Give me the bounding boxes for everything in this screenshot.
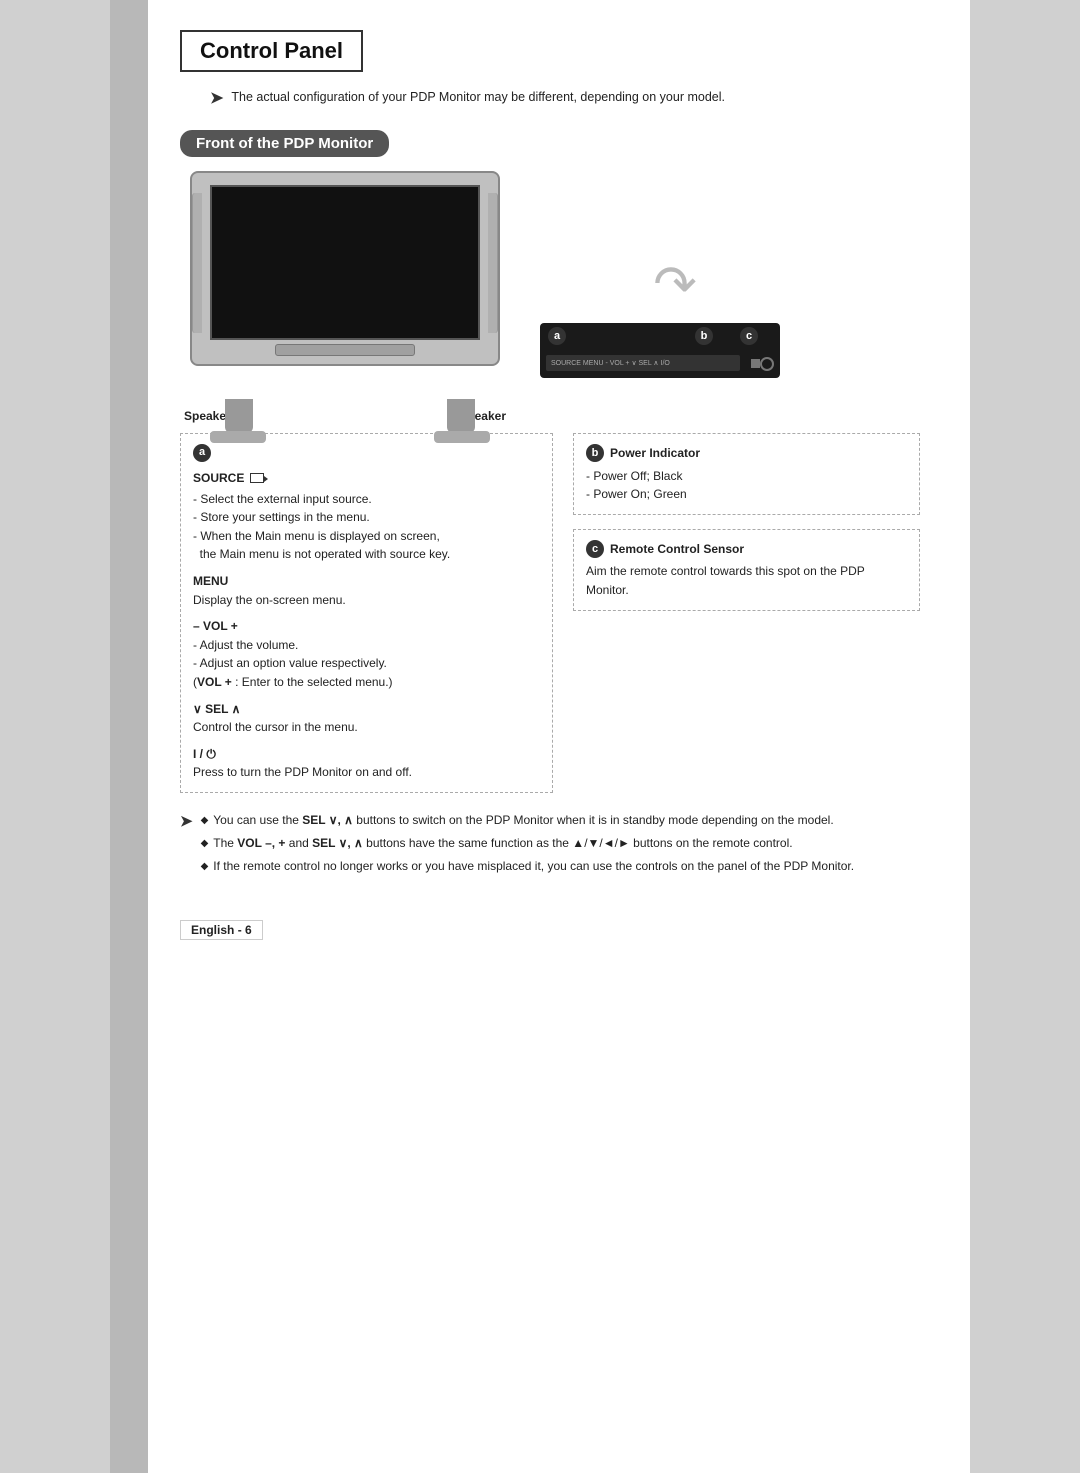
power-text: Press to turn the PDP Monitor on and off… <box>193 763 540 782</box>
remote-sensor-text: Aim the remote control towards this spot… <box>586 562 907 599</box>
power-indicator-box: b Power Indicator - Power Off; Black - P… <box>573 433 920 515</box>
sel-title: ∨ SEL ∧ <box>193 702 240 716</box>
section-header: Front of the PDP Monitor <box>180 130 389 157</box>
remote-sensor-title: Remote Control Sensor <box>610 540 744 559</box>
notes-arrow-icon: ➤ <box>180 812 193 830</box>
footer: English - 6 <box>180 920 920 940</box>
note-text-1: You can use the SEL ∨, ∧ buttons to swit… <box>213 811 833 830</box>
menu-section: MENU Display the on-screen menu. <box>193 572 540 609</box>
vol-bullet-2: - Adjust an option value respectively. <box>193 654 540 673</box>
power-circle-icon <box>760 357 774 371</box>
sel-section: ∨ SEL ∧ Control the cursor in the menu. <box>193 700 540 737</box>
power-indicator-label-row: b Power Indicator <box>586 444 907 463</box>
zoom-arrow-icon: ↷ <box>653 255 697 315</box>
source-bullets: - Select the external input source. - St… <box>193 490 540 564</box>
note-text-2: The VOL –, + and SEL ∨, ∧ buttons have t… <box>213 834 792 853</box>
speaker-left-label: Speaker <box>184 409 231 423</box>
note-item-1: ◆ You can use the SEL ∨, ∧ buttons to sw… <box>201 811 855 830</box>
note-text-3: If the remote control no longer works or… <box>213 857 854 876</box>
badge-a-label: a <box>193 444 211 462</box>
power-indicator-title: Power Indicator <box>610 444 700 463</box>
sel-text: Control the cursor in the menu. <box>193 718 540 737</box>
remote-sensor-label-row: c Remote Control Sensor <box>586 540 907 559</box>
source-icon <box>250 473 264 483</box>
footer-lang-box: English - 6 <box>180 920 263 940</box>
page-title: Control Panel <box>200 38 343 63</box>
diamond-icon-2: ◆ <box>201 836 209 852</box>
control-panel-mini: a b c SOURCE MENU - VOL + ∨ SEL ∧ <box>540 323 780 393</box>
note-item-3: ◆ If the remote control no longer works … <box>201 857 855 876</box>
info-columns: a SOURCE - Select the external input sou… <box>180 433 920 793</box>
vol-bullet-1: - Adjust the volume. <box>193 636 540 655</box>
power-title: I / ⏻ <box>193 747 216 761</box>
notes-list: ◆ You can use the SEL ∨, ∧ buttons to sw… <box>201 811 855 881</box>
power-indicator-bullet-1: - Power Off; Black <box>586 467 907 486</box>
info-col-left: a SOURCE - Select the external input sou… <box>180 433 553 793</box>
menu-text: Display the on-screen menu. <box>193 591 540 610</box>
vol-section: – VOL + - Adjust the volume. - Adjust an… <box>193 617 540 691</box>
left-margin-bar <box>110 0 148 1473</box>
info-col-right: b Power Indicator - Power Off; Black - P… <box>573 433 920 793</box>
note-text: The actual configuration of your PDP Mon… <box>231 90 725 104</box>
power-section: I / ⏻ Press to turn the PDP Monitor on a… <box>193 745 540 782</box>
source-bullet-2: - Store your settings in the menu. <box>193 508 540 527</box>
power-dot <box>751 359 760 368</box>
source-bullet-1: - Select the external input source. <box>193 490 540 509</box>
control-panel-buttons-text: SOURCE MENU - VOL + ∨ SEL ∧ I/O <box>551 359 670 367</box>
power-indicator-bullet-2: - Power On; Green <box>586 485 907 504</box>
note-arrow-icon: ➤ <box>210 88 223 108</box>
diamond-icon-1: ◆ <box>201 813 209 829</box>
source-section: SOURCE - Select the external input sourc… <box>193 469 540 564</box>
page-title-box: Control Panel <box>180 30 363 72</box>
badge-a: a <box>548 327 566 345</box>
vol-bullet-3: (VOL + : Enter to the selected menu.) <box>193 673 540 692</box>
vol-title: – VOL + <box>193 619 238 633</box>
badge-b: b <box>695 327 713 345</box>
badge-c: c <box>740 327 758 345</box>
source-title: SOURCE <box>193 469 244 488</box>
note-line: ➤ The actual configuration of your PDP M… <box>210 90 920 108</box>
monitor-illustration <box>180 171 520 401</box>
notes-area: ➤ ◆ You can use the SEL ∨, ∧ buttons to … <box>180 811 920 881</box>
badge-b-label: b <box>586 444 604 462</box>
menu-title: MENU <box>193 574 228 588</box>
source-bullet-3b: the Main menu is not operated with sourc… <box>193 545 540 564</box>
diamond-icon-3: ◆ <box>201 859 209 875</box>
footer-lang-text: English - 6 <box>191 923 252 937</box>
note-item-2: ◆ The VOL –, + and SEL ∨, ∧ buttons have… <box>201 834 855 853</box>
badge-c-label: c <box>586 540 604 558</box>
remote-sensor-box: c Remote Control Sensor Aim the remote c… <box>573 529 920 611</box>
source-bullet-3: - When the Main menu is displayed on scr… <box>193 527 540 546</box>
